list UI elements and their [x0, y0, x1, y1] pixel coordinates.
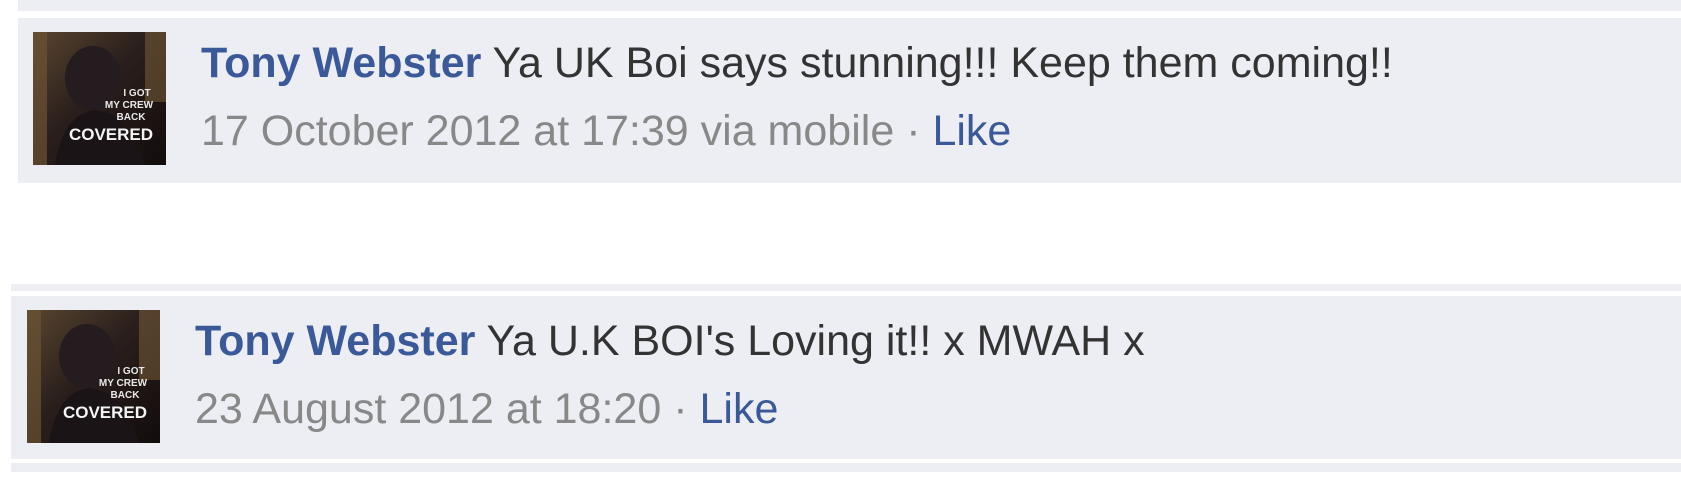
like-link[interactable]: Like [932, 107, 1011, 155]
comment-timestamp: 23 August 2012 at 18:20 [195, 385, 662, 433]
comment-item: I GOT MY CREW BACK COVERED Tony Webster … [11, 296, 1681, 459]
author-link[interactable]: Tony Webster [195, 317, 475, 365]
comment-item: I GOT MY CREW BACK COVERED Tony Webster … [18, 18, 1681, 183]
like-link[interactable]: Like [699, 385, 778, 433]
svg-text:MY CREW: MY CREW [99, 378, 148, 389]
comment-line: Tony Webster Ya U.K BOI's Loving it!! x … [195, 316, 1145, 366]
comment-text: Ya U.K BOI's Loving it!! x MWAH x [486, 317, 1145, 365]
svg-text:I GOT: I GOT [123, 88, 150, 99]
svg-text:I GOT: I GOT [117, 366, 144, 377]
next-comment-edge [11, 463, 1681, 472]
svg-text:COVERED: COVERED [69, 125, 153, 144]
svg-text:BACK: BACK [117, 112, 147, 123]
avatar[interactable]: I GOT MY CREW BACK COVERED [27, 310, 160, 443]
comment-divider [11, 284, 1681, 291]
comment-body: Tony Webster Ya U.K BOI's Loving it!! x … [195, 316, 1145, 434]
avatar-image: I GOT MY CREW BACK COVERED [27, 310, 160, 443]
svg-text:BACK: BACK [111, 390, 141, 401]
svg-text:COVERED: COVERED [63, 403, 147, 422]
comment-timestamp: 17 October 2012 at 17:39 via mobile [201, 107, 895, 155]
comment-meta: 17 October 2012 at 17:39 via mobile · Li… [201, 106, 1393, 156]
previous-comment-edge [18, 0, 1681, 11]
comment-text: Ya UK Boi says stunning!!! Keep them com… [492, 39, 1393, 87]
meta-separator: · [673, 385, 688, 433]
comment-meta: 23 August 2012 at 18:20 · Like [195, 384, 1145, 434]
comment-thread: I GOT MY CREW BACK COVERED Tony Webster … [0, 0, 1681, 502]
svg-text:MY CREW: MY CREW [105, 100, 154, 111]
comment-body: Tony Webster Ya UK Boi says stunning!!! … [201, 38, 1393, 156]
meta-separator: · [906, 107, 921, 155]
comment-line: Tony Webster Ya UK Boi says stunning!!! … [201, 38, 1393, 88]
avatar[interactable]: I GOT MY CREW BACK COVERED [33, 32, 166, 165]
avatar-image: I GOT MY CREW BACK COVERED [33, 32, 166, 165]
author-link[interactable]: Tony Webster [201, 39, 481, 87]
